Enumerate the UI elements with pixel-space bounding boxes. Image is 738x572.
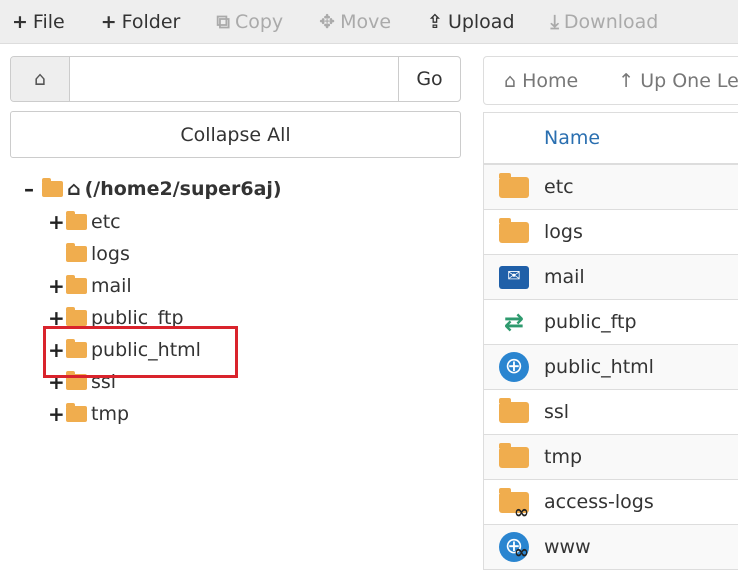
table-row[interactable]: ssl bbox=[484, 390, 738, 435]
plus-icon: + bbox=[100, 10, 117, 33]
open-folder-icon bbox=[42, 178, 63, 197]
table-row[interactable]: logs bbox=[484, 210, 738, 255]
table-row[interactable]: ✉ mail bbox=[484, 255, 738, 300]
folder-icon bbox=[66, 275, 87, 294]
move-icon: ✥ bbox=[319, 10, 336, 33]
go-button[interactable]: Go bbox=[398, 57, 460, 101]
plus-icon[interactable]: + bbox=[48, 210, 66, 234]
collapse-all-button[interactable]: Collapse All bbox=[10, 111, 461, 158]
path-input[interactable] bbox=[70, 57, 398, 101]
folder-icon bbox=[499, 397, 529, 423]
tree-item-tmp[interactable]: + tmp bbox=[48, 398, 129, 430]
table-row[interactable]: ⊕ ∞ www bbox=[484, 525, 738, 570]
highlight-box bbox=[43, 326, 238, 378]
table-row[interactable]: ⇄ public_ftp bbox=[484, 300, 738, 345]
mail-icon: ✉ bbox=[499, 265, 529, 289]
copy-icon: ⧉ bbox=[216, 10, 230, 33]
tree-item-mail[interactable]: + mail bbox=[48, 270, 132, 302]
plus-icon[interactable]: + bbox=[48, 274, 66, 298]
up-one-level-link[interactable]: ↑ Up One Level bbox=[618, 70, 738, 92]
home-icon: ⌂ bbox=[67, 178, 81, 200]
folder-icon bbox=[499, 172, 529, 198]
table-row[interactable]: tmp bbox=[484, 435, 738, 480]
table-row[interactable]: ⊕ public_html bbox=[484, 345, 738, 390]
toolbar: + File + Folder ⧉ Copy ✥ Move ⇪ Upload ⤓ Downl… bbox=[0, 0, 738, 44]
plus-icon[interactable]: + bbox=[48, 402, 66, 426]
tree-item-logs[interactable]: logs bbox=[66, 238, 130, 270]
home-icon[interactable]: ⌂ bbox=[11, 57, 70, 101]
table-row[interactable]: ∞ access-logs bbox=[484, 480, 738, 525]
globe-icon: ⊕ bbox=[499, 352, 529, 382]
folder-icon bbox=[66, 307, 87, 326]
table-row[interactable]: etc bbox=[484, 165, 738, 210]
download-icon: ⤓ bbox=[550, 10, 559, 33]
move-button[interactable]: ✥ Move bbox=[319, 11, 391, 33]
link-icon: ∞ bbox=[514, 501, 529, 523]
plus-icon: + bbox=[12, 10, 28, 33]
upload-button[interactable]: ⇪ Upload bbox=[427, 11, 515, 33]
folder-icon bbox=[499, 442, 529, 468]
breadcrumb-bar: ⌂ Home ↑ Up One Level bbox=[483, 56, 738, 105]
minus-icon[interactable]: – bbox=[24, 177, 42, 201]
download-button[interactable]: ⤓ Download bbox=[551, 11, 659, 33]
new-folder-button[interactable]: + Folder bbox=[101, 11, 181, 33]
upload-icon: ⇪ bbox=[427, 10, 443, 33]
folder-icon bbox=[66, 403, 87, 422]
file-table: Name etc logs ✉ mail ⇄ public_ftp ⊕ public_… bbox=[483, 112, 738, 570]
folder-icon bbox=[499, 217, 529, 243]
folder-icon bbox=[66, 243, 87, 262]
tree-root[interactable]: – ⌂ (/home2/super6aj) bbox=[24, 173, 282, 205]
folder-icon bbox=[66, 211, 87, 230]
new-file-button[interactable]: + File bbox=[12, 11, 65, 33]
name-column-header[interactable]: Name bbox=[484, 112, 738, 165]
home-link[interactable]: ⌂ Home bbox=[504, 70, 598, 92]
tree-item-etc[interactable]: + etc bbox=[48, 206, 121, 238]
transfer-icon: ⇄ bbox=[503, 308, 525, 336]
copy-button[interactable]: ⧉ Copy bbox=[216, 11, 283, 33]
link-icon: ∞ bbox=[514, 542, 529, 563]
path-bar: ⌂ Go bbox=[10, 56, 461, 102]
